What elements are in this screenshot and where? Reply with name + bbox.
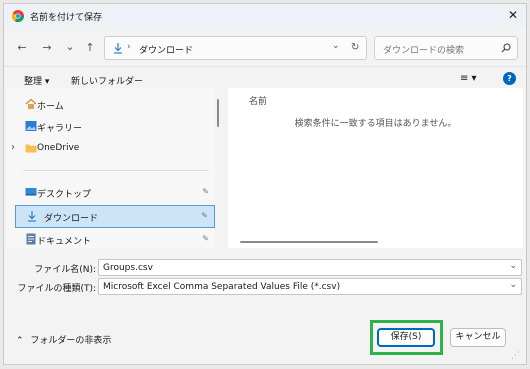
title-bar: 名前を付けて保存 ✕ xyxy=(4,4,526,28)
cancel-button[interactable]: キャンセル xyxy=(450,328,506,347)
chrome-icon xyxy=(12,10,24,22)
sidebar-item-downloads[interactable]: ダウンロード ✎ xyxy=(15,205,215,228)
filename-dropdown-icon[interactable]: ⌄ xyxy=(509,261,517,271)
view-options-button[interactable]: ≡ ▾ xyxy=(460,73,477,84)
hide-folders-toggle[interactable]: ⌃ フォルダーの非表示 xyxy=(16,333,111,346)
folder-icon xyxy=(25,144,37,153)
home-icon xyxy=(25,98,37,109)
save-button-label: 保存(S) xyxy=(390,332,422,342)
filename-label: ファイル名(N): xyxy=(34,265,96,275)
filename-input[interactable]: Groups.csv ⌄ xyxy=(98,259,522,276)
cancel-button-label: キャンセル xyxy=(455,332,501,342)
filetype-value: Microsoft Excel Comma Separated Values F… xyxy=(103,282,341,292)
sidebar-item-gallery[interactable]: ギャラリー xyxy=(7,116,215,138)
save-dialog: 名前を付けて保存 ✕ ← → ⌄ ↑ › ダウンロード ⌄ ↻ ダウンロードの検… xyxy=(3,3,527,365)
help-button[interactable]: ? xyxy=(503,72,516,85)
filetype-label: ファイルの種類(T): xyxy=(17,284,96,294)
navigation-bar: ← → ⌄ ↑ › ダウンロード ⌄ ↻ ダウンロードの検索 xyxy=(4,31,526,65)
sidebar-item-onedrive[interactable]: › OneDrive xyxy=(7,138,215,160)
history-dropdown-button[interactable]: ⌄ xyxy=(62,39,78,55)
pin-icon[interactable]: ✎ xyxy=(201,211,208,220)
sidebar-item-label: ダウンロード xyxy=(44,214,99,224)
sidebar-item-label: ドキュメント xyxy=(37,237,92,247)
resize-grip-icon[interactable]: ⋰ xyxy=(511,351,520,361)
search-box[interactable]: ダウンロードの検索 xyxy=(374,36,518,60)
gallery-icon xyxy=(25,121,37,131)
sidebar-item-desktop[interactable]: デスクトップ ✎ xyxy=(7,182,215,204)
expand-chevron-icon[interactable]: › xyxy=(11,142,15,153)
organize-button[interactable]: 整理 ▾ xyxy=(24,74,49,87)
document-icon xyxy=(26,233,36,245)
search-placeholder: ダウンロードの検索 xyxy=(383,46,465,56)
file-list: 名前 検索条件に一致する項目はありません。 xyxy=(228,88,523,248)
download-arrow-icon xyxy=(114,43,122,54)
save-button[interactable]: 保存(S) xyxy=(377,328,435,347)
sidebar-item-label: デスクトップ xyxy=(37,190,92,200)
sidebar-item-label: OneDrive xyxy=(37,143,80,153)
address-dropdown-button[interactable]: ⌄ xyxy=(332,41,340,51)
breadcrumb-current[interactable]: ダウンロード xyxy=(139,43,193,56)
new-folder-button[interactable]: 新しいフォルダー xyxy=(71,74,143,87)
navigation-pane: ホーム ギャラリー › OneDrive デスクトップ ✎ ダウンロード ✎ ド… xyxy=(7,88,215,248)
pin-icon[interactable]: ✎ xyxy=(202,187,209,196)
download-icon xyxy=(28,211,36,222)
horizontal-scrollbar[interactable] xyxy=(240,241,378,243)
sidebar-item-label: ギャラリー xyxy=(37,124,83,134)
filename-value: Groups.csv xyxy=(103,263,153,273)
chevron-up-icon: ⌃ xyxy=(16,336,24,346)
refresh-button[interactable]: ↻ xyxy=(351,42,359,53)
sidebar-item-label: ホーム xyxy=(37,102,64,112)
pin-icon[interactable]: ✎ xyxy=(202,234,209,243)
hide-folders-label: フォルダーの非表示 xyxy=(30,336,112,346)
sidebar-scrollbar[interactable] xyxy=(217,99,219,127)
sidebar-item-documents[interactable]: ドキュメント ✎ xyxy=(7,229,215,251)
column-header-name[interactable]: 名前 xyxy=(249,94,267,107)
address-bar[interactable]: › ダウンロード ⌄ ↻ xyxy=(104,36,367,60)
search-icon[interactable] xyxy=(501,43,511,53)
window-title: 名前を付けて保存 xyxy=(30,13,103,23)
up-button[interactable]: ↑ xyxy=(82,40,98,56)
breadcrumb-separator: › xyxy=(127,42,131,52)
sidebar-divider xyxy=(23,170,209,171)
back-button[interactable]: ← xyxy=(14,40,30,56)
close-button[interactable]: ✕ xyxy=(506,8,520,22)
empty-message: 検索条件に一致する項目はありません。 xyxy=(294,119,457,129)
forward-button[interactable]: → xyxy=(39,40,55,56)
desktop-icon xyxy=(25,188,37,196)
sidebar-item-home[interactable]: ホーム xyxy=(7,94,215,116)
filetype-dropdown-icon[interactable]: ⌄ xyxy=(509,280,517,290)
filetype-select[interactable]: Microsoft Excel Comma Separated Values F… xyxy=(98,278,522,295)
